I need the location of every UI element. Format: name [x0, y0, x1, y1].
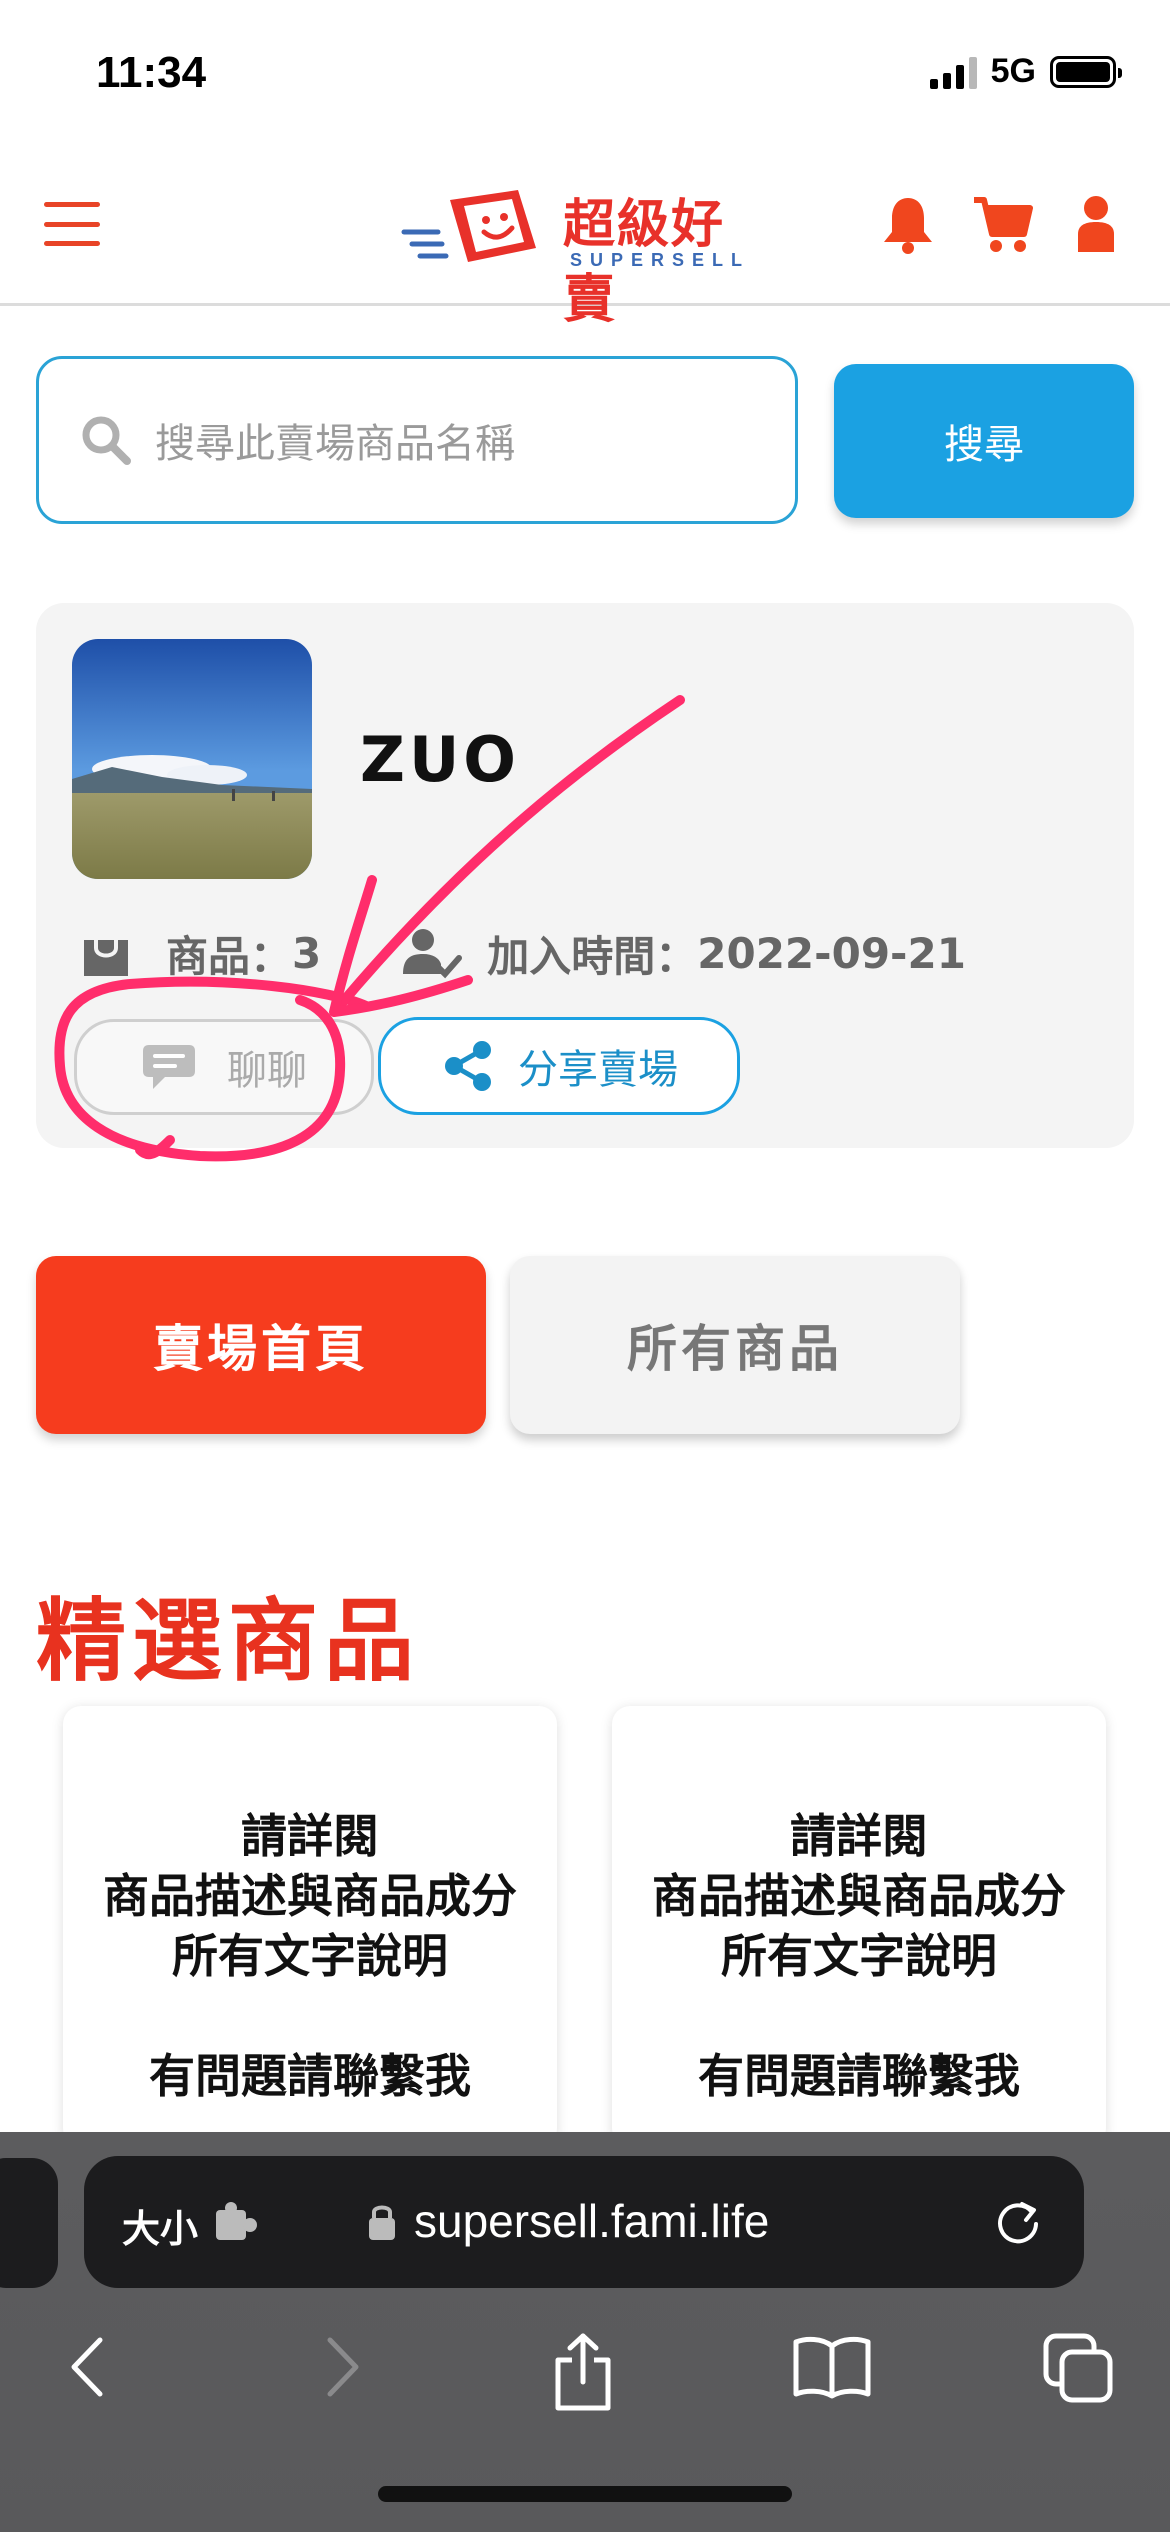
- user-icon[interactable]: [1076, 194, 1116, 254]
- tabs-icon[interactable]: [1042, 2332, 1116, 2406]
- tab-shop-home[interactable]: 賣場首頁: [36, 1256, 486, 1434]
- chat-button[interactable]: 聊聊: [74, 1019, 374, 1115]
- logo-box-icon: [401, 190, 536, 262]
- tab-all-products[interactable]: 所有商品: [510, 1256, 960, 1434]
- share-shop-button[interactable]: 分享賣場: [378, 1017, 740, 1115]
- product-text-line: 請詳閱: [241, 1809, 379, 1863]
- shop-avatar-image: [72, 639, 312, 879]
- signal-icon: [929, 55, 977, 89]
- shop-info-card: ZUO 商品： 3 加入時間： 2022-09-21 聊聊 分享賣場: [36, 603, 1134, 1148]
- bookmarks-icon[interactable]: [792, 2332, 872, 2402]
- product-text-line: 所有文字說明: [721, 1929, 997, 1983]
- product-text-line: 所有文字說明: [172, 1929, 448, 1983]
- shop-name: ZUO: [360, 723, 521, 796]
- address-bar[interactable]: 大小 supersell.fami.life: [84, 2156, 1084, 2288]
- share-sheet-icon[interactable]: [548, 2332, 618, 2412]
- browser-toolbar: 大小 supersell.fami.life: [0, 2132, 1170, 2532]
- menu-icon[interactable]: [44, 202, 100, 246]
- product-text-line: 商品描述與商品成分: [652, 1869, 1066, 1923]
- url-text[interactable]: supersell.fami.life: [414, 2194, 769, 2248]
- product-card[interactable]: 請詳閱 商品描述與商品成分 所有文字說明 有問題請聯繫我: [612, 1706, 1106, 2146]
- chat-icon: [143, 1045, 195, 1089]
- chat-label: 聊聊: [227, 1048, 307, 1094]
- featured-title: 精選商品: [36, 1589, 420, 1694]
- search-placeholder: 搜尋此賣場商品名稱: [155, 421, 515, 467]
- forward-icon[interactable]: [316, 2332, 366, 2402]
- battery-icon: [1050, 55, 1122, 88]
- page-size-button[interactable]: 大小: [122, 2198, 198, 2253]
- search-icon: [82, 416, 131, 465]
- status-indicators: 5G: [929, 52, 1122, 91]
- user-check-icon: [403, 928, 463, 978]
- bell-icon[interactable]: [880, 194, 936, 254]
- products-label: 商品：: [166, 932, 293, 981]
- logo-subtext: SUPERSELL: [570, 250, 751, 270]
- share-icon: [445, 1041, 491, 1091]
- back-icon[interactable]: [64, 2332, 114, 2402]
- product-text-line: 有問題請聯繫我: [149, 2049, 471, 2103]
- previous-tab-preview[interactable]: [0, 2158, 58, 2288]
- products-count: 3: [292, 929, 322, 978]
- cart-icon[interactable]: [972, 194, 1034, 254]
- bag-icon: [84, 939, 128, 976]
- product-text-line: 商品描述與商品成分: [103, 1869, 517, 1923]
- browser-nav: [0, 2332, 1170, 2462]
- home-indicator[interactable]: [378, 2486, 792, 2502]
- extension-icon[interactable]: [214, 2202, 260, 2244]
- joined-label: 加入時間：: [487, 932, 698, 981]
- shop-meta: 商品： 3 加入時間： 2022-09-21: [80, 923, 966, 984]
- product-card[interactable]: 請詳閱 商品描述與商品成分 所有文字說明 有問題請聯繫我: [63, 1706, 557, 2146]
- network-type: 5G: [990, 52, 1036, 90]
- shop-avatar[interactable]: [72, 639, 312, 879]
- reload-icon[interactable]: [992, 2196, 1044, 2248]
- search-button[interactable]: 搜尋: [834, 364, 1134, 518]
- site-header: 超級好賣 SUPERSELL: [0, 150, 1170, 330]
- lock-icon: [369, 2205, 395, 2240]
- search-input[interactable]: 搜尋此賣場商品名稱: [36, 356, 798, 524]
- status-time: 11:34: [96, 48, 207, 97]
- product-text-line: 請詳閱: [790, 1809, 928, 1863]
- joined-date: 2022-09-21: [697, 929, 966, 978]
- share-label: 分享賣場: [518, 1047, 678, 1093]
- site-logo[interactable]: 超級好賣 SUPERSELL: [398, 172, 778, 330]
- product-text-line: 有問題請聯繫我: [698, 2049, 1020, 2103]
